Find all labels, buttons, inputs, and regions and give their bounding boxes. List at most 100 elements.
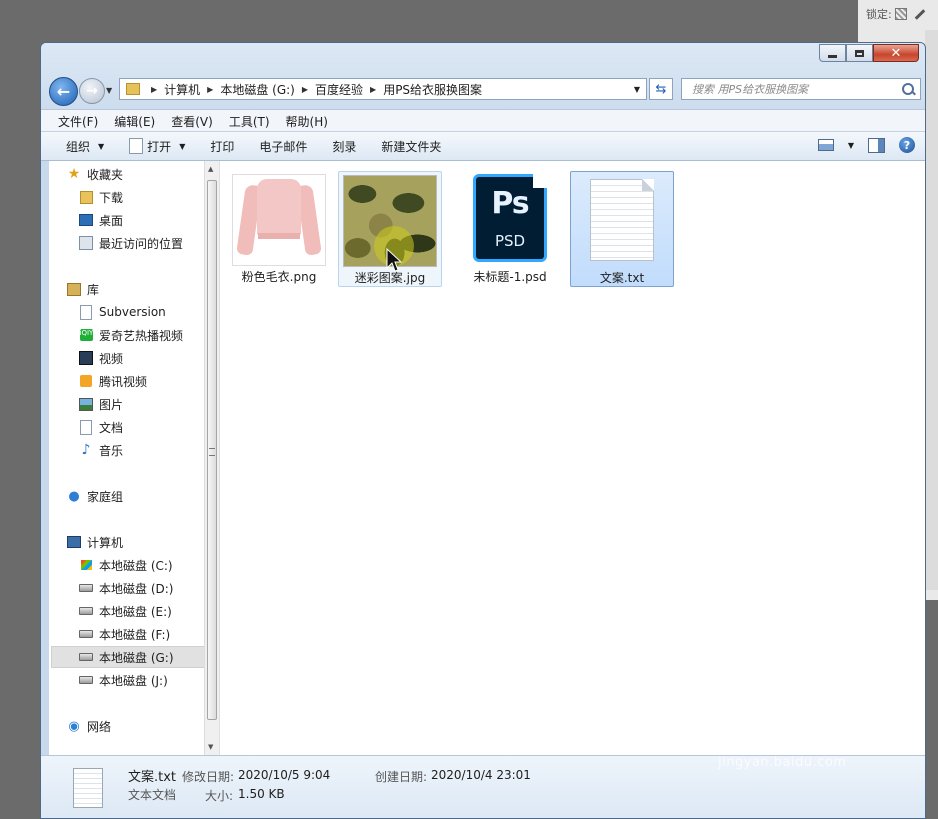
forward-button[interactable]: → [79,78,105,104]
view-options-dropdown[interactable]: ▼ [848,141,854,150]
lock-control: 锁定: [866,6,926,22]
recent-places-icon [79,236,93,250]
ps-logo-text: Ps [491,186,529,221]
preview-pane-icon[interactable] [868,137,885,153]
nav-iqiyi[interactable]: iQIYI 爱奇艺热播视频 [79,325,183,345]
nav-label: 最近访问的位置 [99,236,184,251]
explorer-window: ✕ ← → ▼ ▶ 计算机 ▶ 本地磁盘 (G:) ▶ 百度经验 ▶ 用PS给衣… [40,42,926,819]
email-button[interactable]: 电子邮件 [259,138,307,155]
help-icon[interactable]: ? [899,137,915,153]
nav-label: 视频 [99,351,124,366]
homegroup-icon: ● [68,488,80,504]
brush-icon[interactable] [914,8,926,20]
recent-pages-dropdown[interactable]: ▼ [106,86,112,95]
close-icon: ✕ [890,45,902,61]
nav-desktop[interactable]: 桌面 [79,210,123,230]
minimize-button[interactable] [819,44,846,62]
address-bar[interactable]: ▶ 计算机 ▶ 本地磁盘 (G:) ▶ 百度经验 ▶ 用PS给衣服换图案 ▼ [119,78,647,100]
file-item[interactable]: 粉色毛衣.png [227,171,331,287]
nav-computer[interactable]: 计算机 [67,532,123,552]
navigation-scrollbar[interactable]: ▲ ▼ [204,161,220,755]
new-folder-button[interactable]: 新建文件夹 [381,138,441,155]
desktop-icon [79,214,93,226]
menu-help[interactable]: 帮助(H) [286,113,328,130]
nav-drive-g[interactable]: 本地磁盘 (G:) [51,646,210,668]
tencent-video-icon [80,375,92,387]
nav-pictures[interactable]: 图片 [79,394,123,414]
menu-view[interactable]: 查看(V) [171,113,213,130]
open-button[interactable]: 打开 ▼ [129,138,185,155]
breadcrumb-drive-g[interactable]: 本地磁盘 (G:) [220,81,295,98]
nav-homegroup[interactable]: ● 家庭组 [67,486,123,506]
nav-label: 图片 [99,397,124,412]
email-label: 电子邮件 [259,139,308,154]
print-button[interactable]: 打印 [210,138,234,155]
scroll-up-icon[interactable]: ▲ [208,165,213,173]
chevron-down-icon: ▼ [98,141,105,151]
print-label: 打印 [210,139,235,154]
nav-libraries[interactable]: 库 [67,279,99,299]
photoshop-file-icon: Ps PSD [473,174,547,262]
scroll-down-icon[interactable]: ▼ [208,743,213,751]
nav-favorites[interactable]: ★ 收藏夹 [67,164,123,184]
menu-edit[interactable]: 编辑(E) [114,113,155,130]
nav-documents[interactable]: 文档 [79,417,123,437]
menu-tools[interactable]: 工具(T) [229,113,270,130]
hard-drive-icon [79,676,93,684]
breadcrumb-baidu-jingyan[interactable]: 百度经验 [315,81,363,98]
nav-label: 本地磁盘 (J:) [99,673,168,688]
nav-drive-j[interactable]: 本地磁盘 (J:) [79,670,168,690]
nav-label: 音乐 [99,443,124,458]
subversion-icon [80,304,92,320]
open-icon [129,138,144,154]
nav-label: 腾讯视频 [99,374,148,389]
sweater-hem [258,233,300,239]
nav-label: 网络 [87,719,112,734]
organize-button[interactable]: 组织 ▼ [66,138,104,155]
nav-recent-places[interactable]: 最近访问的位置 [79,233,183,253]
lock-transparency-icon[interactable] [894,8,907,20]
network-icon: ◉ [68,718,80,734]
nav-downloads[interactable]: 下载 [79,187,123,207]
breadcrumb-separator[interactable]: ▶ [151,85,157,94]
nav-drive-c[interactable]: 本地磁盘 (C:) [79,555,173,575]
file-name: 粉色毛衣.png [241,270,317,284]
file-item-selected[interactable]: 文案.txt [570,171,674,287]
breadcrumb-separator[interactable]: ▶ [207,85,213,94]
psd-label: PSD [494,232,526,250]
modified-value: 2020/10/5 9:04 [238,768,331,782]
breadcrumb-separator[interactable]: ▶ [302,85,308,94]
open-label: 打开 [147,139,172,154]
close-button[interactable]: ✕ [873,44,919,62]
nav-drive-d[interactable]: 本地磁盘 (D:) [79,578,173,598]
change-view-icon[interactable] [817,139,834,151]
refresh-button[interactable]: ⇆ [649,78,673,100]
file-item[interactable]: Ps PSD 未标题-1.psd [458,171,562,287]
breadcrumb-current-folder[interactable]: 用PS给衣服换图案 [383,81,482,98]
nav-subversion[interactable]: Subversion [79,302,166,322]
size-label: 大小: [205,789,234,803]
nav-label: 下载 [99,190,124,205]
maximize-icon [855,49,864,57]
nav-music[interactable]: ♪ 音乐 [79,440,123,460]
nav-videos[interactable]: 视频 [79,348,123,368]
nav-drive-f[interactable]: 本地磁盘 (F:) [79,624,170,644]
breadcrumb-computer[interactable]: 计算机 [164,81,200,98]
computer-icon [67,536,81,548]
nav-drive-e[interactable]: 本地磁盘 (E:) [79,601,172,621]
nav-tencent-video[interactable]: 腾讯视频 [79,371,147,391]
hard-drive-icon [79,630,93,638]
baidu-watermark: Bai 经验 jingyan.baidu.com [718,710,853,770]
search-icon[interactable] [902,83,914,95]
system-drive-icon [80,560,92,570]
maximize-button[interactable] [846,44,873,62]
iqiyi-icon: iQIYI [79,329,95,341]
menu-file[interactable]: 文件(F) [58,113,98,130]
nav-label: 收藏夹 [87,167,124,182]
address-dropdown[interactable]: ▼ [628,85,646,94]
burn-button[interactable]: 刻录 [332,138,356,155]
search-input[interactable] [690,81,899,97]
back-button[interactable]: ← [49,77,78,106]
breadcrumb-separator[interactable]: ▶ [370,85,376,94]
nav-network[interactable]: ◉ 网络 [67,716,111,736]
